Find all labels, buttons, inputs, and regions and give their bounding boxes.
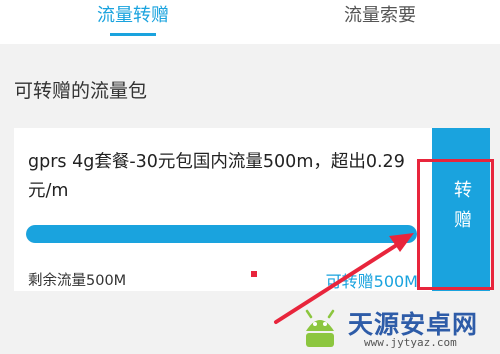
annotation-arrow-icon bbox=[274, 233, 414, 324]
watermark-url: www.jytyaz.com bbox=[364, 336, 457, 349]
android-logo-icon bbox=[305, 309, 335, 347]
watermark: 天源安卓网 www.jytyaz.com bbox=[296, 303, 496, 351]
